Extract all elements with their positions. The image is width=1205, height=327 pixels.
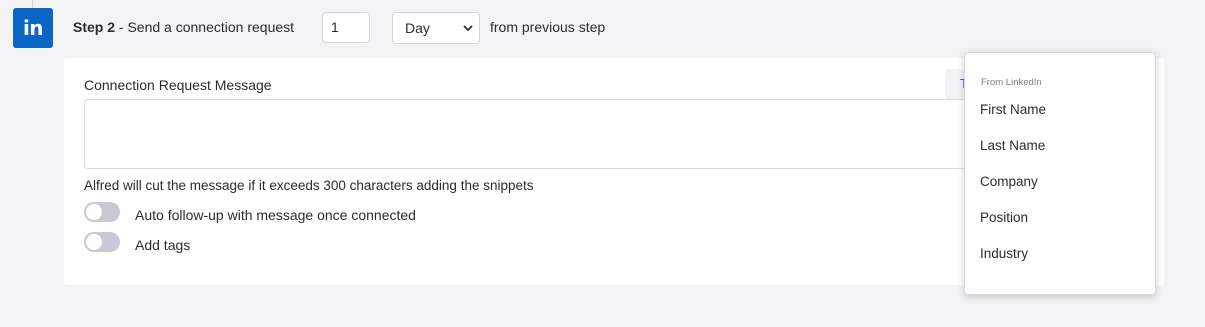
step-title: Step 2 - Send a connection request [73,19,294,35]
add-tags-label: Add tags [135,237,191,253]
delay-unit-select[interactable]: Day [392,12,480,44]
delay-value-input[interactable]: 1 [322,12,370,43]
toggle-knob [86,234,102,250]
delay-unit-value: Day [405,20,430,36]
snippet-item-company[interactable]: Company [980,174,1038,189]
auto-follow-up-toggle[interactable] [84,202,120,222]
toggle-knob [86,204,102,220]
step-number: Step 2 [73,19,116,35]
message-label: Connection Request Message [84,77,272,93]
message-textarea[interactable] [84,99,984,169]
delay-suffix: from previous step [490,19,606,35]
add-tags-toggle[interactable] [84,232,120,252]
step-title-text: Send a connection request [127,19,295,35]
timeline-connector [32,0,33,8]
chevron-down-icon [463,25,473,32]
auto-follow-up-label: Auto follow-up with message once connect… [135,207,416,223]
snippet-item-first-name[interactable]: First Name [980,102,1046,117]
snippet-item-position[interactable]: Position [980,210,1028,225]
snippet-item-industry[interactable]: Industry [980,246,1028,261]
snippet-group-header: From LinkedIn [981,77,1042,88]
linkedin-icon: in [13,8,53,48]
snippet-dropdown-menu: From LinkedIn First Name Last Name Compa… [964,52,1156,295]
delay-value: 1 [331,19,339,35]
step-separator: - [115,19,128,35]
message-hint: Alfred will cut the message if it exceed… [84,178,534,193]
linkedin-icon-text: in [22,16,44,40]
snippet-item-last-name[interactable]: Last Name [980,138,1045,153]
